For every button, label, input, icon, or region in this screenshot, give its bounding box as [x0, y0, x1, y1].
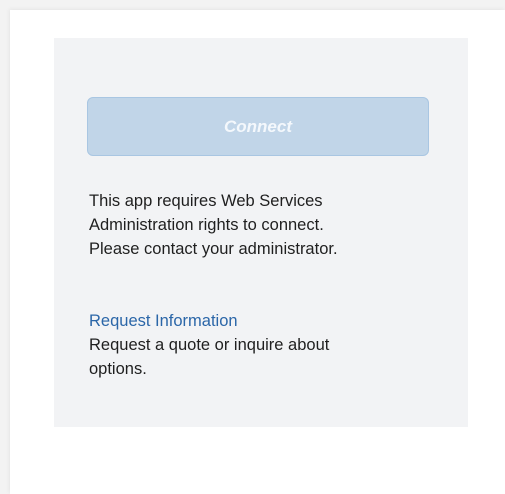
request-information-link[interactable]: Request Information [89, 309, 238, 333]
permission-message-line: Please contact your administrator. [89, 240, 338, 258]
permission-message-line: This app requires Web Services [89, 192, 323, 210]
request-description: Request a quote or inquire about options… [89, 333, 449, 381]
app-card: Connect This app requires Web Services A… [10, 10, 505, 494]
permission-message: This app requires Web Services Administr… [89, 189, 449, 261]
request-description-line: options. [89, 360, 147, 378]
connect-panel: Connect This app requires Web Services A… [54, 38, 468, 427]
permission-message-line: Administration rights to connect. [89, 216, 324, 234]
request-description-line: Request a quote or inquire about [89, 336, 330, 354]
connect-button[interactable]: Connect [87, 97, 429, 156]
